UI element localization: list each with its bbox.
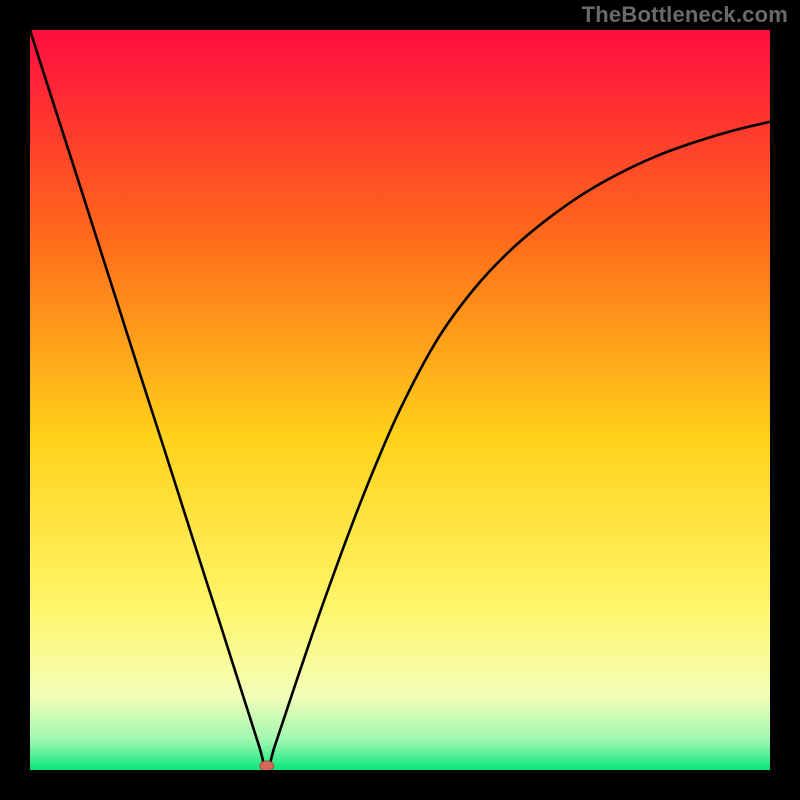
chart-frame: TheBottleneck.com (0, 0, 800, 800)
plot-area (30, 30, 770, 770)
watermark-text: TheBottleneck.com (582, 2, 788, 28)
background-gradient (30, 30, 770, 770)
minimum-marker (260, 761, 274, 770)
chart-svg (30, 30, 770, 770)
